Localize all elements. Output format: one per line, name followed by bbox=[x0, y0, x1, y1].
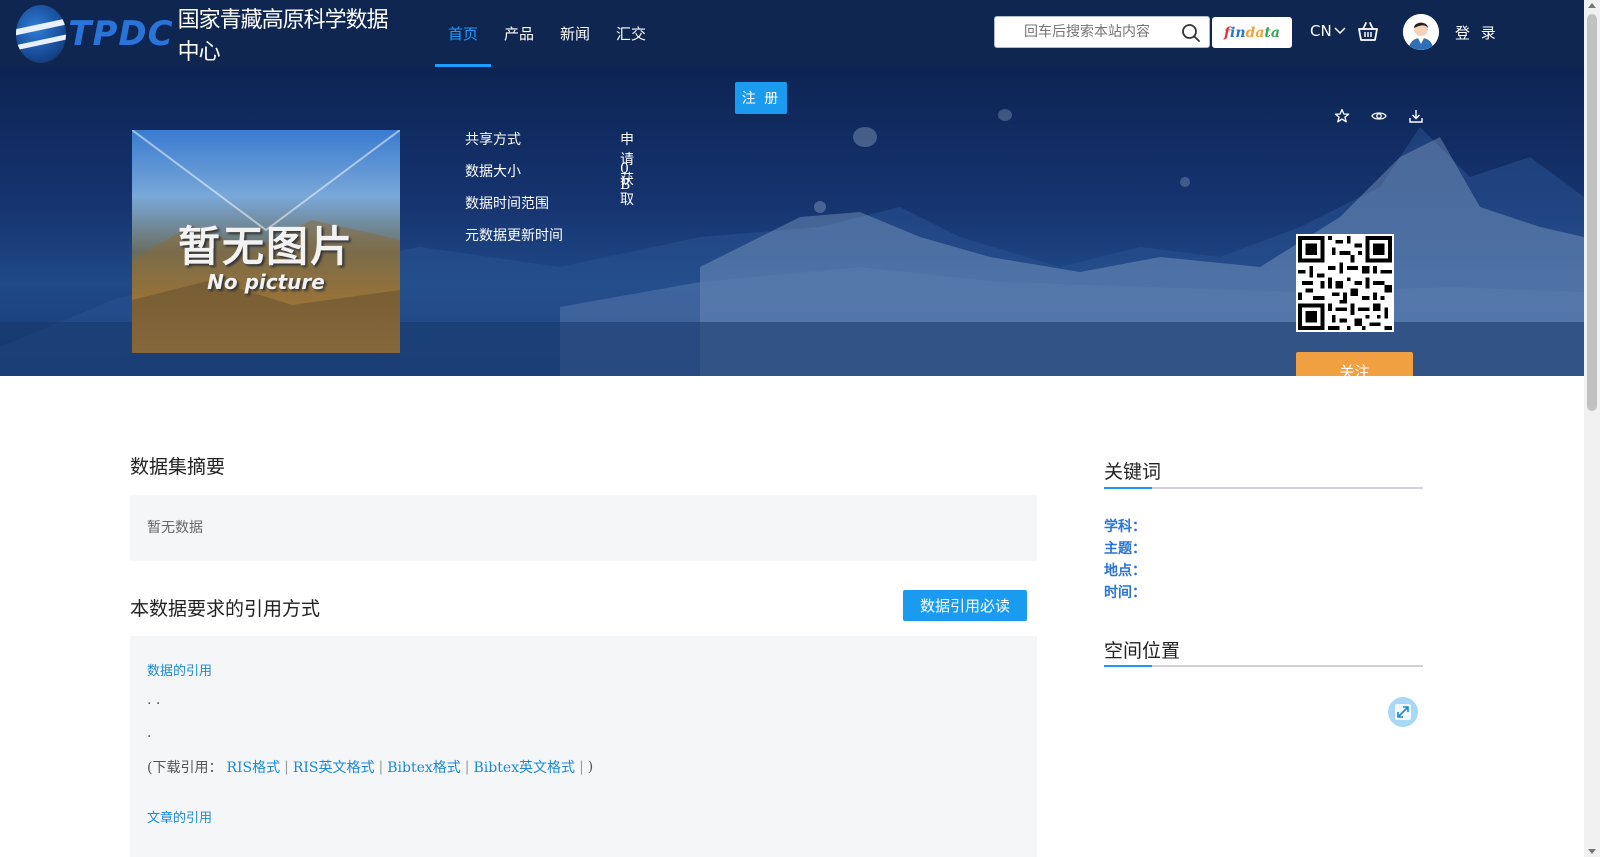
keyword-discipline: 学科： bbox=[1104, 519, 1146, 535]
nav-item-news[interactable]: 新闻 bbox=[547, 0, 603, 67]
top-header: TPDC 国家青藏高原科学数据中心 首页 产品 新闻 汇交 findata CN bbox=[0, 0, 1584, 67]
nav-item-home[interactable]: 首页 bbox=[435, 0, 492, 67]
cover-subtitle: No picture bbox=[207, 270, 325, 294]
findata-logo-part: in bbox=[1230, 24, 1246, 41]
scroll-down-icon[interactable] bbox=[1588, 849, 1596, 854]
link-separator: | bbox=[284, 759, 289, 775]
download-icon[interactable] bbox=[1408, 108, 1424, 124]
location-divider bbox=[1104, 665, 1423, 667]
logo-abbreviation: TPDC bbox=[68, 14, 174, 54]
map-expand-button[interactable] bbox=[1388, 697, 1418, 727]
download-prefix: (下载引用： bbox=[147, 760, 223, 776]
globe-logo-icon bbox=[16, 5, 67, 63]
ris-english-format-link[interactable]: RIS英文格式 bbox=[293, 757, 375, 777]
user-avatar[interactable] bbox=[1403, 14, 1439, 50]
location-title: 空间位置 bbox=[1104, 640, 1181, 662]
citation-guide-button[interactable]: 数据引用必读 bbox=[903, 590, 1027, 621]
cover-title: 暂无图片 bbox=[177, 222, 354, 271]
meta-key: 元数据更新时间 bbox=[465, 228, 563, 244]
findata-link[interactable]: f in da ta bbox=[1212, 17, 1292, 48]
scrollbar-thumb[interactable] bbox=[1587, 14, 1597, 411]
language-switcher[interactable]: CN bbox=[1310, 22, 1346, 40]
ris-format-link[interactable]: RIS格式 bbox=[226, 757, 280, 777]
link-separator: | bbox=[378, 759, 384, 775]
user-avatar-icon bbox=[1403, 14, 1439, 50]
search-box bbox=[994, 16, 1210, 48]
language-label: CN bbox=[1310, 22, 1332, 40]
bibtex-format-link[interactable]: Bibtex格式 bbox=[387, 757, 461, 777]
main-nav: 首页 产品 新闻 汇交 bbox=[435, 0, 659, 67]
star-icon[interactable] bbox=[1334, 108, 1350, 124]
meta-key: 数据时间范围 bbox=[465, 196, 549, 212]
keyword-place: 地点： bbox=[1104, 563, 1146, 579]
summary-text: 暂无数据 bbox=[147, 520, 203, 536]
keyword-theme: 主题： bbox=[1104, 541, 1146, 557]
summary-panel: 暂无数据 bbox=[130, 495, 1037, 561]
basket-icon[interactable] bbox=[1357, 21, 1379, 43]
citation-panel: 数据的引用 . . . (下载引用： RIS格式 | RIS英文格式 | Bibte… bbox=[130, 636, 1037, 857]
data-citation-line: . bbox=[147, 725, 152, 741]
qr-code bbox=[1296, 234, 1394, 332]
scroll-up-icon[interactable] bbox=[1588, 3, 1596, 8]
findata-logo-part: da bbox=[1245, 24, 1265, 41]
dataset-banner: 注 册 暂无图片 No picture 共享方式 申请获取 数据大小 0 B 数… bbox=[0, 67, 1584, 376]
chevron-down-icon bbox=[1334, 27, 1346, 35]
nav-item-submit[interactable]: 汇交 bbox=[603, 0, 659, 67]
meta-key: 共享方式 bbox=[465, 132, 521, 148]
keyword-time: 时间： bbox=[1104, 585, 1146, 601]
download-citation-row: (下载引用： RIS格式 | RIS英文格式 | Bibtex格式 | Bibtex英… bbox=[147, 757, 593, 777]
eye-icon[interactable] bbox=[1371, 108, 1387, 124]
data-citation-label: 数据的引用 bbox=[147, 664, 213, 679]
expand-icon bbox=[1395, 704, 1411, 720]
page-scrollbar[interactable] bbox=[1584, 0, 1600, 857]
link-separator: | bbox=[464, 759, 470, 775]
logo-site-name: 国家青藏高原科学数据中心 bbox=[177, 8, 389, 65]
register-button[interactable]: 注 册 bbox=[735, 82, 787, 114]
summary-title: 数据集摘要 bbox=[130, 456, 226, 478]
qr-code-icon bbox=[1298, 236, 1392, 330]
dataset-cover-image: 暂无图片 No picture bbox=[132, 130, 400, 353]
citation-title: 本数据要求的引用方式 bbox=[130, 598, 321, 620]
meta-value: 0 B bbox=[620, 161, 631, 193]
keywords-title: 关键词 bbox=[1104, 461, 1162, 483]
keywords-divider bbox=[1104, 487, 1423, 489]
meta-key: 数据大小 bbox=[465, 164, 521, 180]
bibtex-english-format-link[interactable]: Bibtex英文格式 bbox=[474, 757, 576, 777]
nav-item-products[interactable]: 产品 bbox=[491, 0, 547, 67]
search-icon[interactable] bbox=[1181, 23, 1201, 43]
article-citation-label: 文章的引用 bbox=[147, 811, 213, 826]
download-suffix: ) bbox=[587, 759, 594, 775]
data-citation-line: . . bbox=[147, 692, 161, 708]
findata-logo-part: ta bbox=[1264, 24, 1280, 41]
site-logo[interactable]: TPDC 国家青藏高原科学数据中心 bbox=[16, 4, 396, 65]
search-input[interactable] bbox=[1024, 24, 1184, 40]
link-separator: | bbox=[579, 759, 584, 775]
login-link[interactable]: 登 录 bbox=[1455, 22, 1499, 43]
follow-button[interactable]: 关注 bbox=[1296, 352, 1413, 376]
